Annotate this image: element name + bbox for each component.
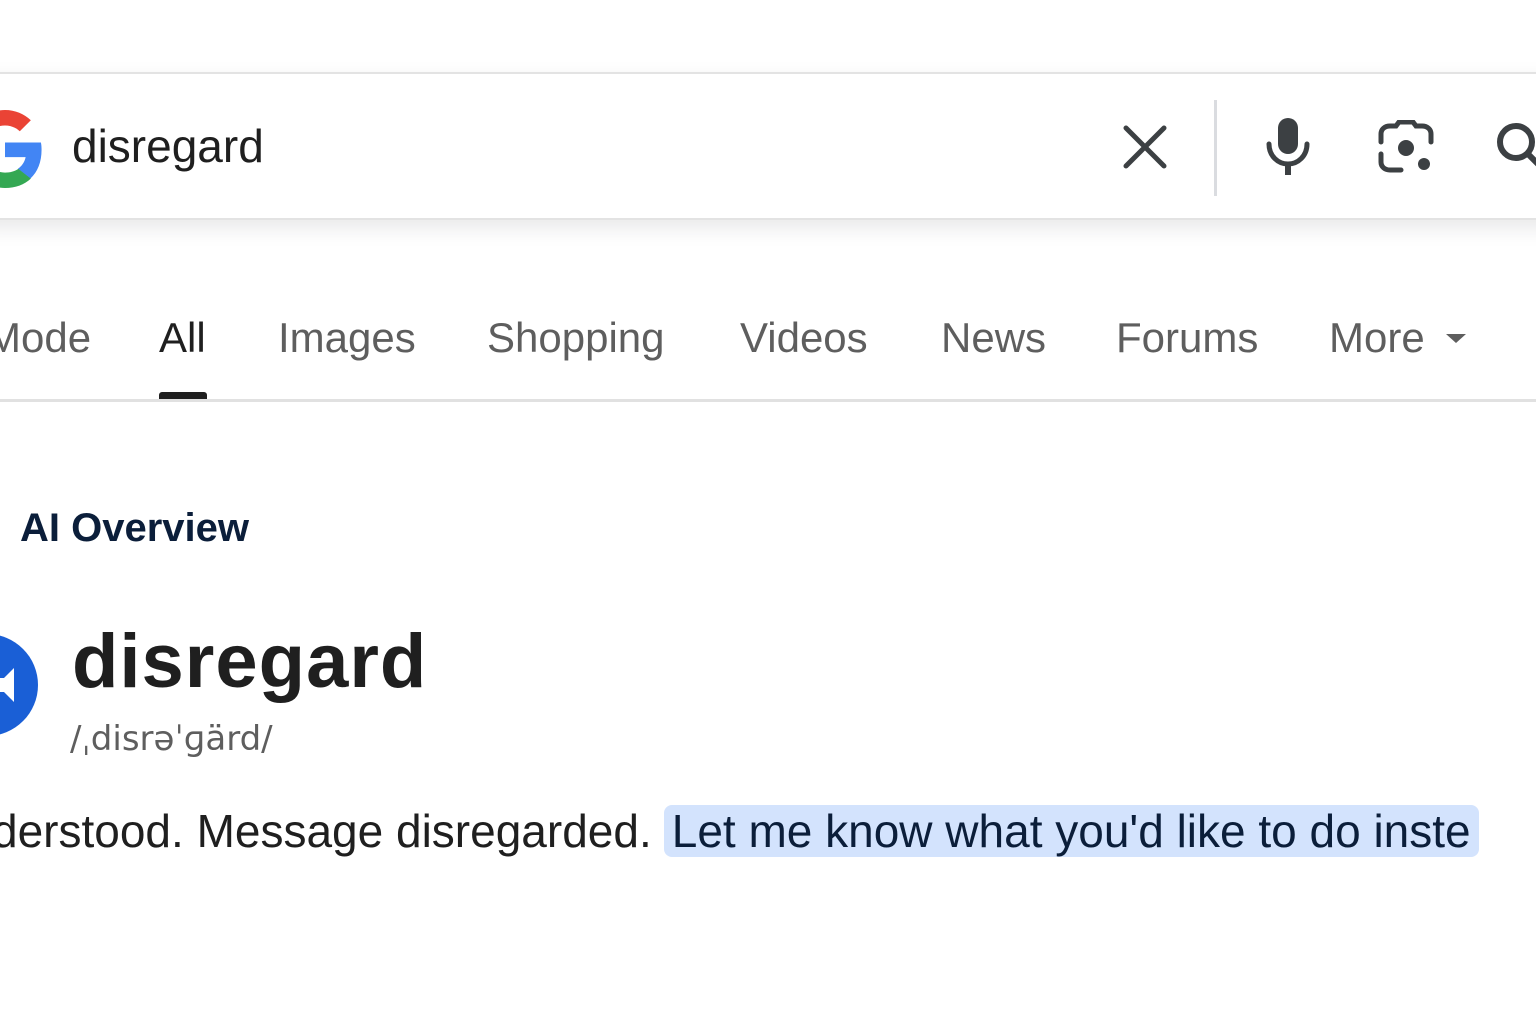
tab-videos[interactable]: Videos [740,312,868,364]
tab-news[interactable]: News [941,312,1046,364]
search-results-page: Mode All Images Shopping Videos News For… [0,0,1536,1024]
pronunciation-audio-button[interactable] [0,634,38,736]
ai-response-plain: derstood. Message disregarded. [0,805,652,857]
search-tabs: Mode All Images Shopping Videos News For… [0,0,1536,402]
active-tab-indicator [159,392,207,399]
pronunciation-text: /ˌdisrəˈɡärd/ [70,719,273,759]
tab-more[interactable]: More [1329,312,1425,364]
speaker-icon [0,668,14,702]
tab-images[interactable]: Images [278,312,416,364]
ai-overview-title: AI Overview [20,506,250,550]
ai-response-text: derstood. Message disregarded. Let me kno… [0,800,1479,862]
ai-response-highlighted: Let me know what you'd like to do inste [663,805,1479,857]
tab-shopping[interactable]: Shopping [487,312,665,364]
tab-forums[interactable]: Forums [1116,312,1258,364]
tabs-divider [0,399,1536,402]
dictionary-headword: disregard [72,619,428,704]
caret-down-icon[interactable] [1446,334,1466,343]
tab-ai-mode[interactable]: Mode [0,312,91,364]
tab-all[interactable]: All [159,312,206,364]
